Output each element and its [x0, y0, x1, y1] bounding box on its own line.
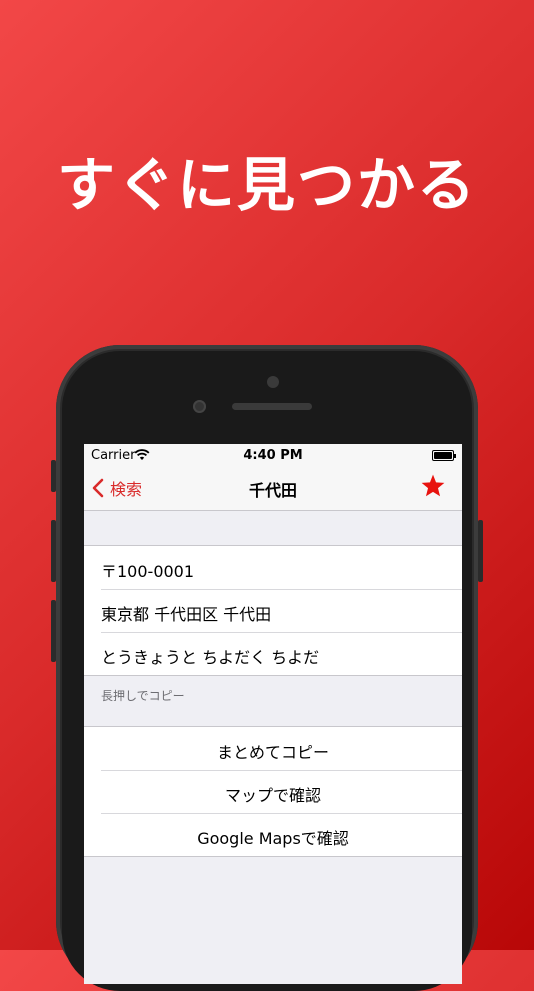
open-google-maps-label: Google Mapsで確認 [197, 829, 349, 848]
page-title: 千代田 [248, 481, 297, 500]
volume-down-button [51, 600, 56, 662]
address-kana: とうきょうと ちよだく ちよだ [101, 648, 320, 667]
status-time: 4:40 PM [243, 448, 303, 463]
headline: すぐに見つかる [56, 151, 477, 219]
address-kana-row[interactable]: とうきょうと ちよだく ちよだ [84, 632, 462, 675]
open-maps-button[interactable]: マップで確認 [84, 770, 462, 813]
volume-up-button [51, 520, 56, 582]
earpiece-speaker [232, 403, 312, 410]
phone-bezel: Carrier 4:40 PM 検索 千代田 〒100-0001 東京都 千代田… [62, 351, 472, 991]
status-bar: Carrier 4:40 PM [84, 444, 462, 466]
star-icon [421, 474, 445, 497]
app-screen: Carrier 4:40 PM 検索 千代田 〒100-0001 東京都 千代田… [84, 444, 462, 984]
front-sensor [193, 400, 206, 413]
power-button [478, 520, 483, 582]
action-list: まとめてコピー マップで確認 Google Mapsで確認 [84, 726, 462, 857]
copy-all-label: まとめてコピー [216, 743, 329, 762]
address-kanji-row[interactable]: 東京都 千代田区 千代田 [84, 589, 462, 632]
battery-icon [432, 450, 456, 461]
front-camera [267, 376, 279, 388]
open-maps-label: マップで確認 [224, 786, 321, 805]
mute-switch [51, 460, 56, 492]
postal-code-row[interactable]: 〒100-0001 [84, 546, 462, 589]
address-kanji: 東京都 千代田区 千代田 [101, 605, 272, 624]
copy-all-button[interactable]: まとめてコピー [84, 727, 462, 770]
address-info-list: 〒100-0001 東京都 千代田区 千代田 とうきょうと ちよだく ちよだ [84, 545, 462, 676]
open-google-maps-button[interactable]: Google Mapsで確認 [84, 813, 462, 856]
favorite-button[interactable] [420, 473, 446, 503]
navigation-bar: 検索 千代田 [84, 466, 462, 511]
postal-code: 〒100-0001 [101, 562, 195, 581]
phone-frame: Carrier 4:40 PM 検索 千代田 〒100-0001 東京都 千代田… [51, 345, 483, 991]
copy-hint: 長押しでコピー [101, 689, 185, 703]
